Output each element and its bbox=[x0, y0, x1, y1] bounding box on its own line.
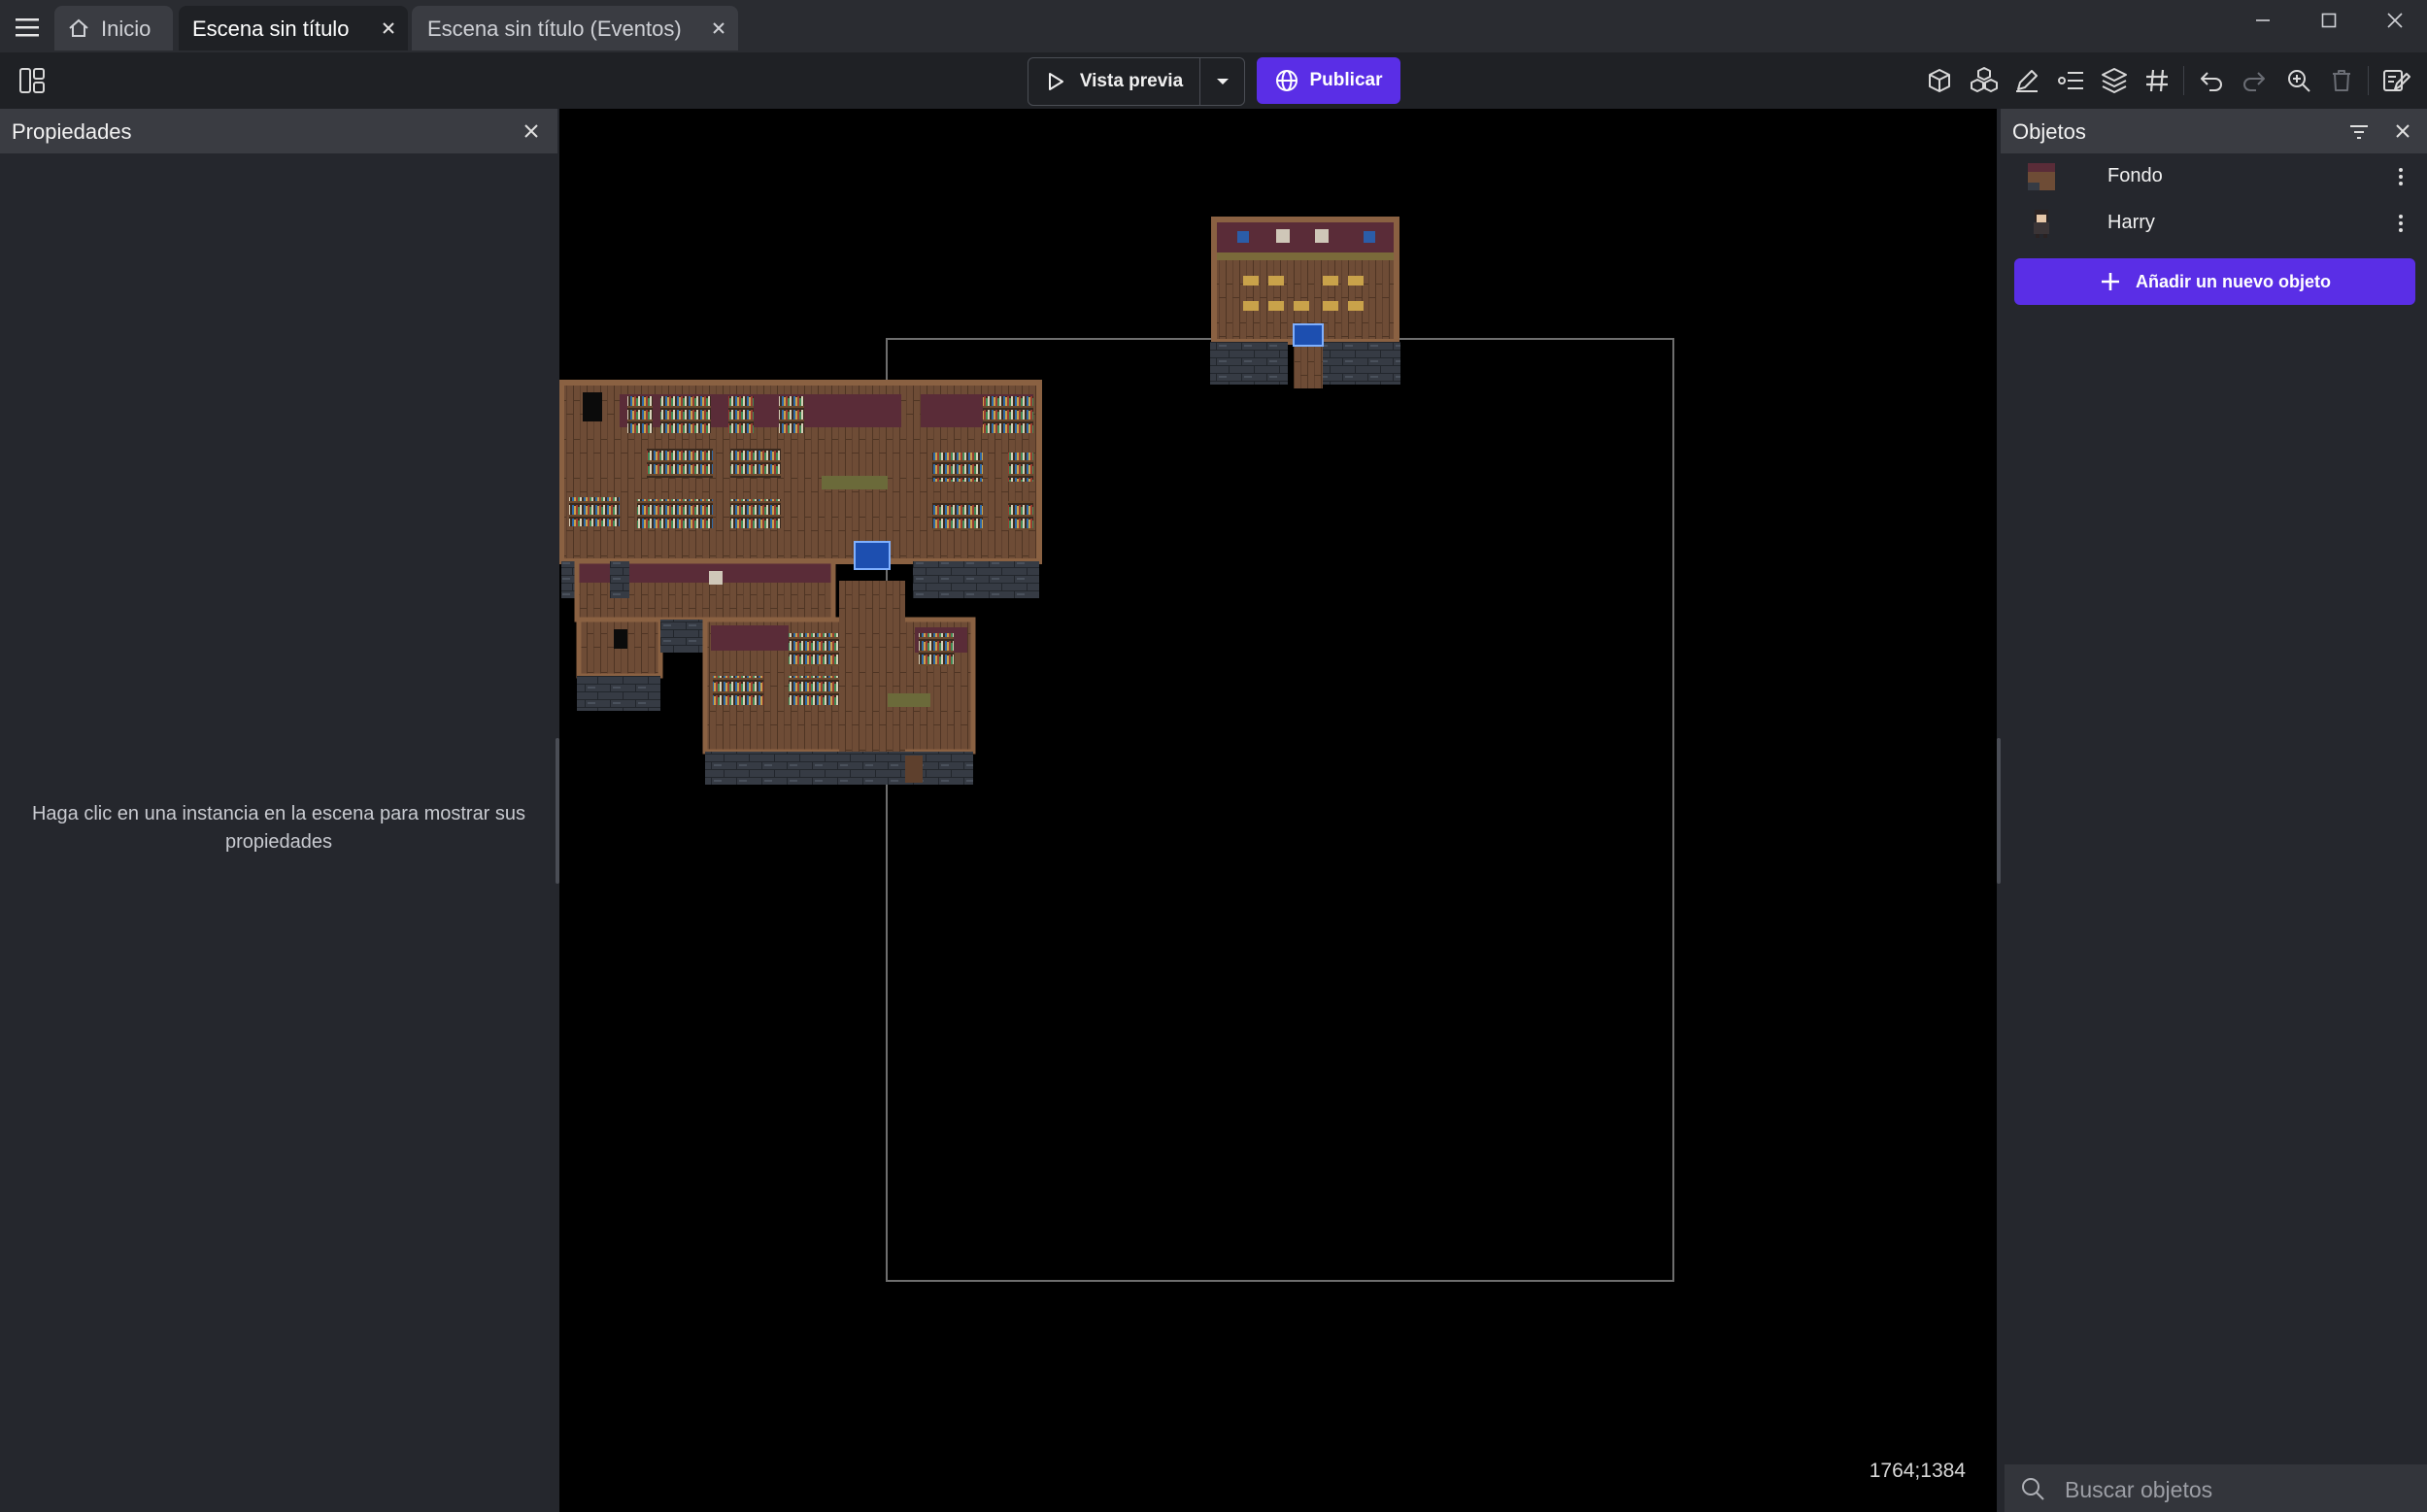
chevron-down-icon[interactable] bbox=[1200, 58, 1244, 105]
more-vertical-icon[interactable] bbox=[2396, 212, 2406, 235]
object-name-harry: Harry bbox=[2107, 212, 2155, 233]
close-icon[interactable] bbox=[521, 120, 542, 142]
edit-scene-icon[interactable] bbox=[2379, 64, 2412, 97]
publish-button[interactable]: Publicar bbox=[1257, 57, 1400, 104]
close-icon[interactable] bbox=[2392, 120, 2413, 142]
tab-scene[interactable]: Escena sin título bbox=[179, 6, 408, 50]
layers-icon[interactable] bbox=[2098, 64, 2131, 97]
plus-icon bbox=[2099, 270, 2122, 293]
objects-panel: Objetos Fondo Harry Añadir un nuevo obje… bbox=[2001, 109, 2427, 1512]
undo-icon[interactable] bbox=[2195, 64, 2228, 97]
map-top-room bbox=[1210, 217, 1400, 388]
close-icon[interactable] bbox=[709, 18, 728, 38]
object-thumbnail-harry bbox=[2024, 206, 2059, 241]
properties-empty-message: Haga clic en una instancia en la escena … bbox=[0, 800, 557, 857]
toolbar-divider bbox=[2183, 66, 2184, 95]
redo-icon[interactable] bbox=[2238, 64, 2271, 97]
hamburger-menu-icon[interactable] bbox=[10, 12, 45, 43]
close-icon[interactable] bbox=[379, 18, 398, 38]
object-thumbnail-fondo bbox=[2024, 159, 2059, 194]
tab-home-label: Inicio bbox=[101, 17, 152, 41]
toolbar-divider bbox=[2368, 66, 2369, 95]
scene-canvas[interactable]: 1764;1384 bbox=[559, 109, 1997, 1512]
tab-scene-events[interactable]: Escena sin título (Eventos) bbox=[412, 6, 738, 50]
properties-panel-header: Propiedades bbox=[0, 109, 557, 153]
tab-scene-label: Escena sin título bbox=[192, 17, 350, 41]
play-icon bbox=[1045, 71, 1066, 92]
add-object-label: Añadir un nuevo objeto bbox=[2136, 271, 2331, 291]
search-icon bbox=[2020, 1476, 2045, 1501]
search-objects-box bbox=[2005, 1464, 2427, 1512]
edit-icon[interactable] bbox=[2010, 64, 2043, 97]
preview-label: Vista previa bbox=[1079, 71, 1184, 91]
preview-button[interactable]: Vista previa bbox=[1028, 58, 1200, 105]
more-vertical-icon[interactable] bbox=[2396, 165, 2406, 188]
object-list-item-harry[interactable]: Harry bbox=[2001, 200, 2427, 247]
delete-icon[interactable] bbox=[2325, 64, 2358, 97]
tab-scene-events-label: Escena sin título (Eventos) bbox=[427, 17, 682, 41]
search-objects-input[interactable] bbox=[2063, 1472, 2416, 1507]
panels-layout-icon[interactable] bbox=[16, 64, 49, 97]
tab-home[interactable]: Inicio bbox=[54, 6, 173, 50]
object-name-fondo: Fondo bbox=[2107, 165, 2163, 186]
objects-panel-header: Objetos bbox=[2001, 109, 2427, 153]
minimize-icon[interactable] bbox=[2245, 10, 2280, 31]
objects-panel-title: Objetos bbox=[2012, 119, 2086, 144]
properties-panel: Propiedades Haga clic en una instancia e… bbox=[0, 109, 557, 1512]
object-groups-icon[interactable] bbox=[1968, 64, 2001, 97]
zoom-icon[interactable] bbox=[2282, 64, 2315, 97]
title-bar: Inicio Escena sin título Escena sin títu… bbox=[0, 0, 2427, 52]
home-icon bbox=[68, 18, 89, 38]
properties-empty-text: Haga clic en una instancia en la escena … bbox=[31, 803, 526, 853]
grid-icon[interactable] bbox=[2140, 64, 2174, 97]
cursor-coordinates: 1764;1384 bbox=[1869, 1460, 1966, 1482]
window-close-icon[interactable] bbox=[2377, 10, 2412, 31]
tilemap-background[interactable] bbox=[559, 109, 1997, 1512]
properties-list-icon[interactable] bbox=[2055, 64, 2088, 97]
toolbar: Vista previa Publicar bbox=[0, 52, 2427, 109]
publish-label: Publicar bbox=[1309, 70, 1383, 90]
maximize-icon[interactable] bbox=[2311, 10, 2346, 31]
add-object-button[interactable]: Añadir un nuevo objeto bbox=[2014, 258, 2415, 305]
filter-icon[interactable] bbox=[2347, 120, 2371, 144]
properties-panel-title: Propiedades bbox=[12, 119, 132, 144]
globe-icon bbox=[1275, 69, 1298, 92]
preview-button-group: Vista previa bbox=[1028, 57, 1245, 106]
object-list-item-fondo[interactable]: Fondo bbox=[2001, 153, 2427, 200]
object-icon[interactable] bbox=[1923, 64, 1956, 97]
